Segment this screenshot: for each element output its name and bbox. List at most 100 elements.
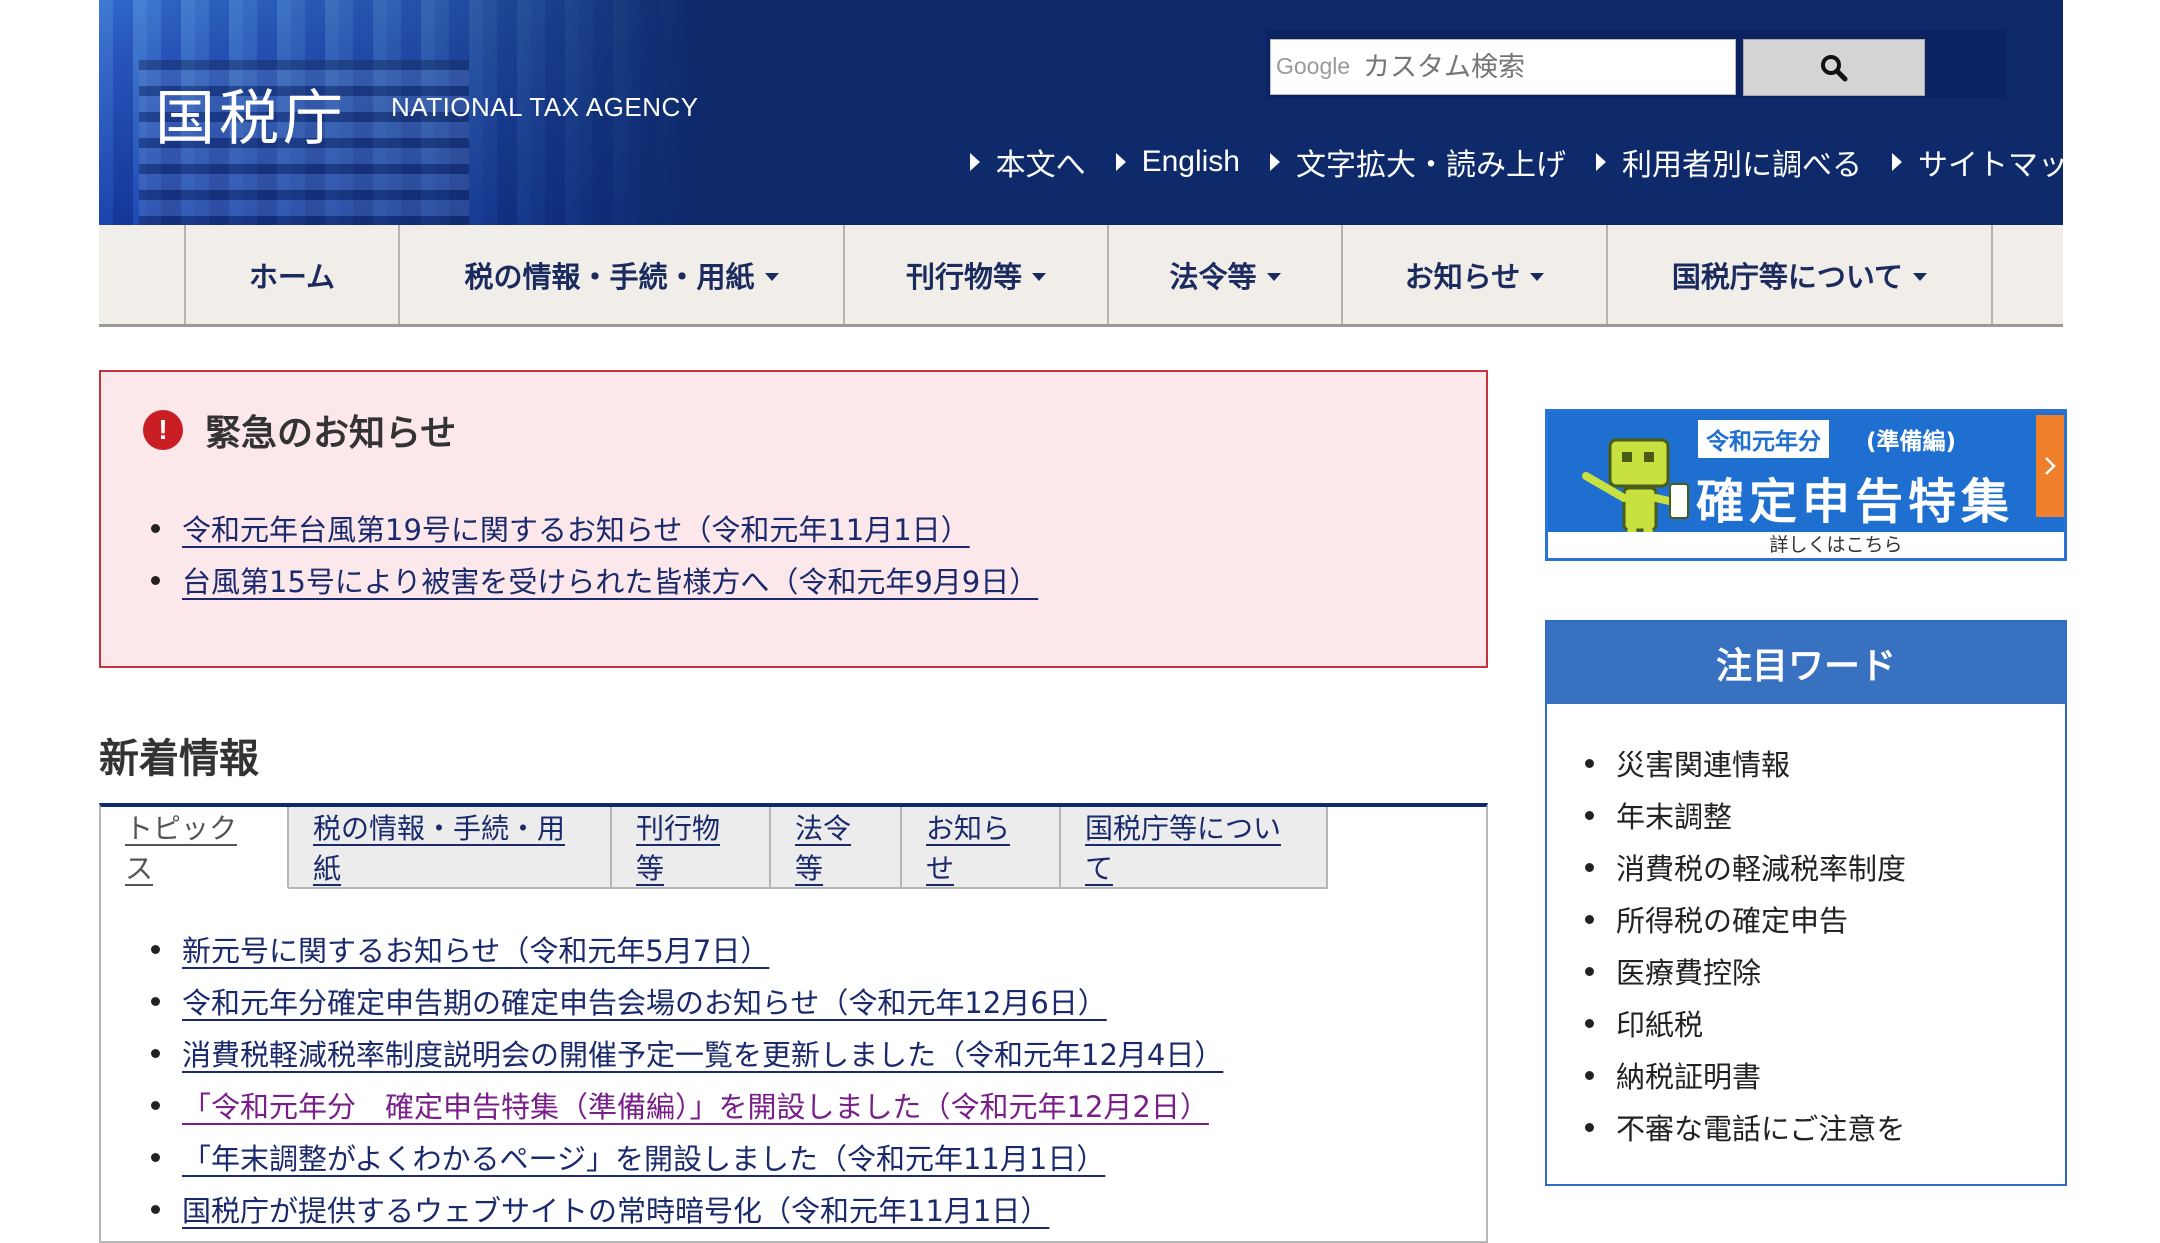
list-item[interactable]: 納税証明書 [1576, 1049, 1906, 1101]
news-link[interactable]: 令和元年分確定申告期の確定申告会場のお知らせ（令和元年12月6日） [182, 980, 1107, 1022]
bullet [1585, 1122, 1594, 1132]
emergency-notice-box: ! 緊急のお知らせ 令和元年台風第19号に関するお知らせ（令和元年11月1日） … [99, 370, 1488, 668]
featured-word-link[interactable]: 所得税の確定申告 [1616, 898, 1848, 940]
list-item: 令和元年分確定申告期の確定申告会場のお知らせ（令和元年12月6日） [142, 975, 1223, 1027]
emergency-link[interactable]: 令和元年台風第19号に関するお知らせ（令和元年11月1日） [182, 507, 970, 549]
featured-word-link[interactable]: 不審な電話にご注意を [1616, 1106, 1905, 1148]
list-item: 国税庁が提供するウェブサイトの常時暗号化（令和元年11月1日） [142, 1183, 1223, 1235]
util-link-label: English [1141, 145, 1240, 178]
caret-down-icon [1266, 272, 1281, 281]
util-link-main-content[interactable]: 本文へ [969, 140, 1086, 184]
news-list: 新元号に関するお知らせ（令和元年5月7日） 令和元年分確定申告期の確定申告会場の… [142, 923, 1223, 1235]
bullet [151, 1048, 160, 1058]
util-link-english[interactable]: English [1115, 140, 1240, 184]
nav-item-home[interactable]: ホーム [186, 225, 400, 324]
news-panel: トピックス 税の情報・手続・用紙 刊行物等 法令等 お知らせ 国税庁等について … [99, 803, 1488, 1243]
featured-words-list: 災害関連情報 年末調整 消費税の軽減税率制度 所得税の確定申告 医療費控除 印紙… [1576, 737, 1906, 1153]
search-button[interactable] [1743, 39, 1925, 96]
bullet [151, 1204, 160, 1214]
featured-words-box: 注目ワード 災害関連情報 年末調整 消費税の軽減税率制度 所得税の確定申告 医療… [1545, 620, 2067, 1186]
news-link[interactable]: 新元号に関するお知らせ（令和元年5月7日） [182, 928, 769, 970]
featured-word-link[interactable]: 災害関連情報 [1616, 742, 1790, 784]
bullet [151, 944, 160, 954]
list-item[interactable]: 年末調整 [1576, 789, 1906, 841]
triangle-right-icon [1115, 153, 1126, 171]
search-input[interactable] [1270, 39, 1736, 95]
util-link-text-size[interactable]: 文字拡大・読み上げ [1270, 140, 1566, 184]
news-link[interactable]: 「年末調整がよくわかるページ」を開設しました（令和元年11月1日） [182, 1136, 1105, 1178]
chevron-right-icon [2036, 415, 2064, 517]
list-item: 新元号に関するお知らせ（令和元年5月7日） [142, 923, 1223, 975]
triangle-right-icon [1892, 153, 1902, 171]
bullet [151, 1152, 160, 1162]
util-link-sitemap[interactable]: サイトマップ [1892, 140, 2098, 184]
emergency-title: ! 緊急のお知らせ [143, 404, 456, 456]
tab-topics[interactable]: トピックス [101, 807, 289, 889]
list-item[interactable]: 消費税の軽減税率制度 [1576, 841, 1906, 893]
tab-laws[interactable]: 法令等 [771, 807, 902, 889]
featured-word-link[interactable]: 医療費控除 [1616, 950, 1761, 992]
nav-item-label: 法令等 [1169, 259, 1257, 294]
nav-item-label: お知らせ [1404, 259, 1521, 294]
list-item[interactable]: 不審な電話にご注意を [1576, 1101, 1906, 1153]
util-link-by-user[interactable]: 利用者別に調べる [1596, 140, 1862, 184]
news-heading: 新着情報 [99, 736, 259, 782]
caret-down-icon [764, 272, 779, 281]
bullet [151, 523, 160, 533]
site-logo-english: NATIONAL TAX AGENCY [391, 92, 699, 122]
list-item: 令和元年台風第19号に関するお知らせ（令和元年11月1日） [142, 502, 1038, 554]
nav-item-tax-info[interactable]: 税の情報・手続・用紙 [400, 225, 845, 324]
nav-item-label: 刊行物等 [905, 259, 1022, 294]
bullet [1585, 1018, 1594, 1028]
nav-item-label: 国税庁等について [1671, 259, 1904, 294]
bullet [151, 1100, 160, 1110]
emergency-link[interactable]: 台風第15号により被害を受けられた皆様方へ（令和元年9月9日） [182, 559, 1038, 601]
featured-word-link[interactable]: 年末調整 [1616, 794, 1732, 836]
banner-tag: 令和元年分 [1698, 420, 1829, 458]
featured-word-link[interactable]: 印紙税 [1616, 1002, 1703, 1044]
nav-item-notices[interactable]: お知らせ [1343, 225, 1608, 324]
site-logo[interactable]: 国税庁 [155, 70, 347, 157]
bullet [1585, 862, 1594, 872]
nav-item-publications[interactable]: 刊行物等 [845, 225, 1109, 324]
util-link-label: 本文へ [995, 148, 1086, 183]
list-item: 消費税軽減税率制度説明会の開催予定一覧を更新しました（令和元年12月4日） [142, 1027, 1223, 1079]
bullet [1585, 966, 1594, 976]
global-nav: ホーム 税の情報・手続・用紙 刊行物等 法令等 お知らせ 国税庁等について [99, 225, 2063, 327]
featured-word-link[interactable]: 消費税の軽減税率制度 [1616, 846, 1906, 888]
news-link[interactable]: 国税庁が提供するウェブサイトの常時暗号化（令和元年11月1日） [182, 1188, 1049, 1230]
nav-item-about[interactable]: 国税庁等について [1608, 225, 1993, 324]
nav-divider [99, 225, 186, 324]
tab-tax-info[interactable]: 税の情報・手続・用紙 [289, 807, 612, 889]
bullet [151, 575, 160, 585]
featured-words-heading: 注目ワード [1547, 622, 2065, 704]
bullet [1585, 810, 1594, 820]
banner-title: 確定申告特集 [1696, 474, 2015, 530]
list-item: 台風第15号により被害を受けられた皆様方へ（令和元年9月9日） [142, 554, 1038, 606]
bullet [1585, 914, 1594, 924]
list-item: 「令和元年分 確定申告特集（準備編）」を開設しました（令和元年12月2日） [142, 1079, 1223, 1131]
triangle-right-icon [1596, 153, 1606, 171]
list-item[interactable]: 医療費控除 [1576, 945, 1906, 997]
news-tabs: トピックス 税の情報・手続・用紙 刊行物等 法令等 お知らせ 国税庁等について [101, 807, 1328, 889]
tab-publications[interactable]: 刊行物等 [612, 807, 771, 889]
nav-item-label: ホーム [248, 259, 336, 294]
news-link-visited[interactable]: 「令和元年分 確定申告特集（準備編）」を開設しました（令和元年12月2日） [182, 1084, 1209, 1126]
emergency-title-text: 緊急のお知らせ [205, 413, 457, 454]
caret-down-icon [1530, 272, 1545, 281]
featured-word-link[interactable]: 納税証明書 [1616, 1054, 1761, 1096]
banner-footer-text: 詳しくはこちら [1548, 532, 2064, 558]
bullet [151, 996, 160, 1006]
tax-return-special-banner[interactable]: 令和元年分 (準備編) 確定申告特集 詳しくはこちら [1545, 409, 2067, 561]
list-item[interactable]: 印紙税 [1576, 997, 1906, 1049]
alert-icon: ! [143, 410, 183, 450]
list-item[interactable]: 所得税の確定申告 [1576, 893, 1906, 945]
triangle-right-icon [1270, 153, 1280, 171]
news-link[interactable]: 消費税軽減税率制度説明会の開催予定一覧を更新しました（令和元年12月4日） [182, 1032, 1223, 1074]
nav-item-laws[interactable]: 法令等 [1109, 225, 1343, 324]
caret-down-icon [1913, 272, 1928, 281]
list-item[interactable]: 災害関連情報 [1576, 737, 1906, 789]
nav-item-label: 税の情報・手続・用紙 [464, 259, 755, 294]
tab-about[interactable]: 国税庁等について [1061, 807, 1328, 889]
tab-notices[interactable]: お知らせ [902, 807, 1061, 889]
